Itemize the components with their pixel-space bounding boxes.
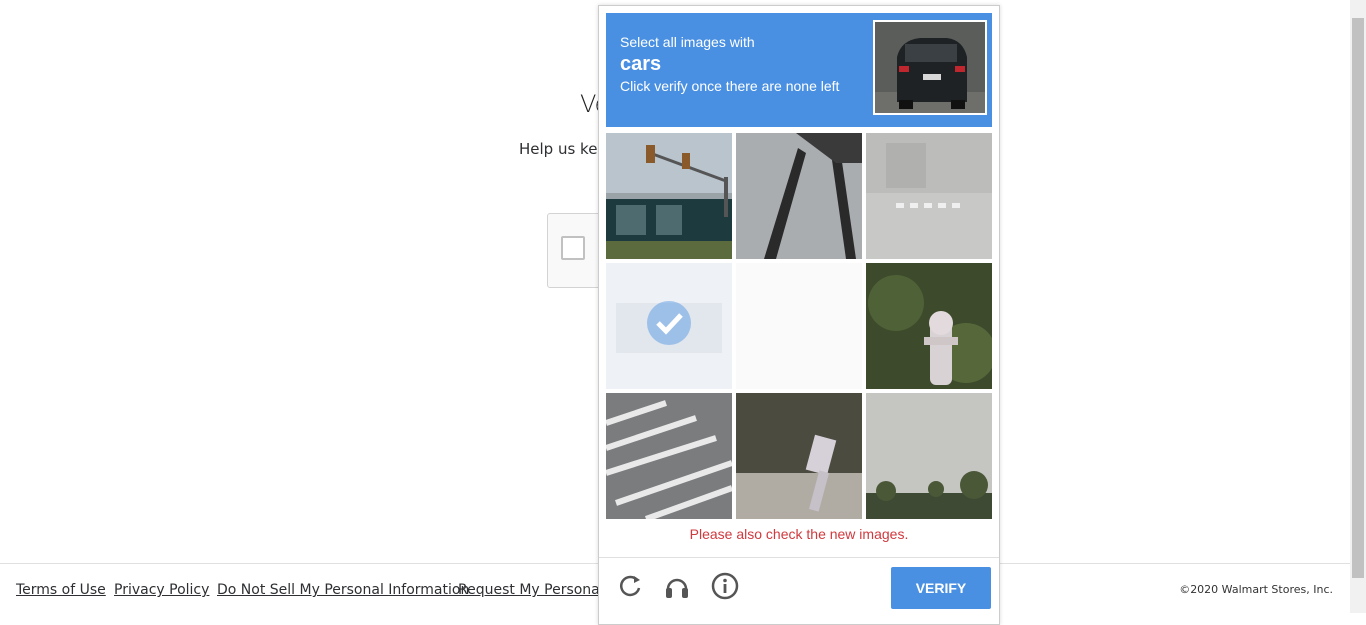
image-tile-6[interactable] [866,263,992,389]
verify-button[interactable]: VERIFY [891,567,991,609]
footer-link-privacy[interactable]: Privacy Policy [114,582,209,598]
image-tile-2[interactable] [736,133,862,259]
footer-link-terms[interactable]: Terms of Use [16,582,106,598]
image-tile-3[interactable] [866,133,992,259]
challenge-instruction: Click verify once there are none left [620,78,840,94]
captcha-checkbox[interactable] [561,236,585,260]
footer-link-request-info[interactable]: Request My Personal In [458,582,621,598]
sample-car-image [873,20,987,115]
image-grid [606,133,996,523]
reload-icon[interactable] [615,571,645,601]
info-icon[interactable] [710,571,740,601]
divider [599,557,999,558]
image-tile-1[interactable] [606,133,732,259]
image-tile-5[interactable] [736,263,862,389]
captcha-challenge: Select all images with cars Click verify… [598,5,1000,625]
audio-icon[interactable] [662,571,692,601]
challenge-target: cars [620,53,662,75]
image-tile-8[interactable] [736,393,862,519]
image-tile-9[interactable] [866,393,992,519]
image-tile-7[interactable] [606,393,732,519]
copyright: ©2020 Walmart Stores, Inc. [1179,583,1333,596]
footer-link-do-not-sell[interactable]: Do Not Sell My Personal Information [217,582,469,598]
challenge-header: Select all images with cars Click verify… [606,13,992,127]
image-tile-4-selected[interactable] [606,263,732,389]
error-message: Please also check the new images. [689,526,909,542]
challenge-prompt: Select all images with [620,34,755,50]
page-help-text: Help us kee [519,140,607,158]
scrollbar[interactable] [1350,0,1366,613]
scrollbar-thumb[interactable] [1352,18,1364,578]
